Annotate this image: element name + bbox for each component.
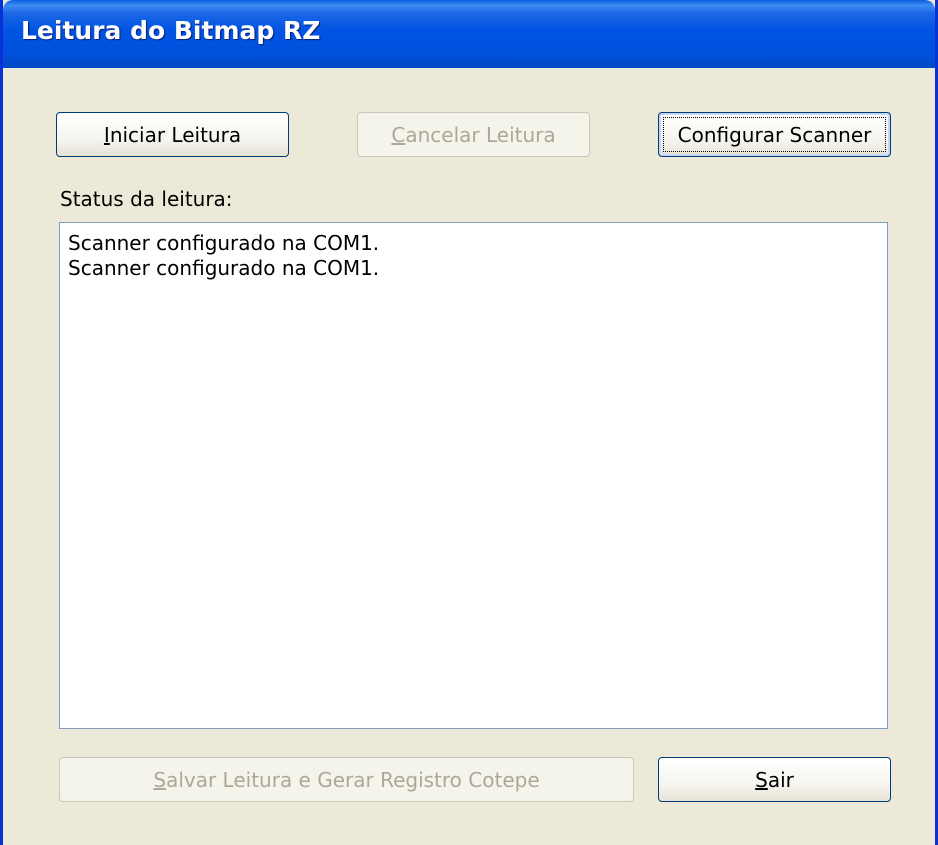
exit-label: Sair: [755, 767, 794, 792]
title-bar[interactable]: Leitura do Bitmap RZ: [3, 0, 935, 68]
configure-scanner-button[interactable]: Configurar Scanner: [658, 112, 891, 157]
status-label: Status da leitura:: [60, 187, 233, 211]
status-line: Scanner configurado na COM1.: [68, 231, 380, 255]
window-title: Leitura do Bitmap RZ: [21, 16, 321, 45]
save-reading-button[interactable]: Salvar Leitura e Gerar Registro Cotepe: [59, 757, 634, 802]
start-reading-button[interactable]: Iniciar Leitura: [56, 112, 289, 157]
exit-button[interactable]: Sair: [658, 757, 891, 802]
cancel-reading-button[interactable]: Cancelar Leitura: [357, 112, 590, 157]
save-reading-label: Salvar Leitura e Gerar Registro Cotepe: [153, 767, 540, 792]
dialog-window: Leitura do Bitmap RZ Iniciar Leitura Can…: [0, 0, 938, 845]
status-listbox[interactable]: Scanner configurado na COM1. Scanner con…: [59, 222, 888, 729]
start-reading-label: Iniciar Leitura: [103, 122, 242, 147]
configure-scanner-label: Configurar Scanner: [677, 122, 872, 147]
status-line: Scanner configurado na COM1.: [68, 256, 380, 280]
cancel-reading-label: Cancelar Leitura: [391, 122, 556, 147]
